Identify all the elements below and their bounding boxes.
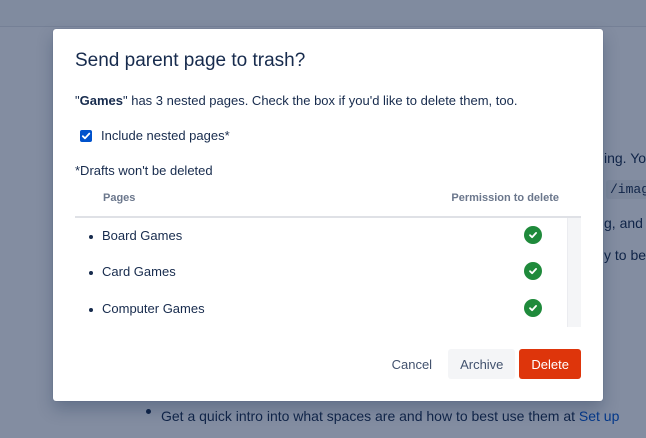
table-row: Board Games [75, 218, 565, 254]
check-circle-icon [524, 226, 542, 244]
dialog-title: Send parent page to trash? [75, 50, 306, 71]
column-header-permission: Permission to delete [451, 192, 559, 204]
table-scrollbar[interactable] [567, 218, 581, 327]
include-nested-row[interactable]: Include nested pages* [80, 128, 230, 143]
bullet [89, 308, 93, 312]
page-name: Board Games [102, 228, 183, 243]
page-name: Card Games [102, 264, 176, 279]
drafts-note: *Drafts won't be deleted [75, 163, 213, 178]
delete-page-dialog: Send parent page to trash? "Games" has 3… [53, 29, 603, 401]
cancel-button[interactable]: Cancel [380, 349, 444, 379]
dialog-footer: Cancel Archive Delete [376, 349, 581, 379]
table-row: Card Games [75, 254, 565, 290]
include-nested-label[interactable]: Include nested pages* [101, 128, 230, 143]
nested-pages-table: Pages Permission to delete Board Games C… [75, 187, 581, 327]
bullet [89, 235, 93, 239]
delete-button[interactable]: Delete [519, 349, 581, 379]
page-name: Computer Games [102, 301, 205, 316]
checkmark-icon [81, 132, 91, 139]
bullet [89, 271, 93, 275]
include-nested-checkbox[interactable] [80, 129, 92, 142]
table-row: Computer Games [75, 291, 565, 327]
check-circle-icon [524, 262, 542, 280]
check-circle-icon [524, 299, 542, 317]
archive-button[interactable]: Archive [448, 349, 516, 379]
dialog-description: "Games" has 3 nested pages. Check the bo… [75, 93, 518, 108]
column-header-pages: Pages [103, 192, 136, 204]
parent-page-name: Games [79, 93, 123, 108]
